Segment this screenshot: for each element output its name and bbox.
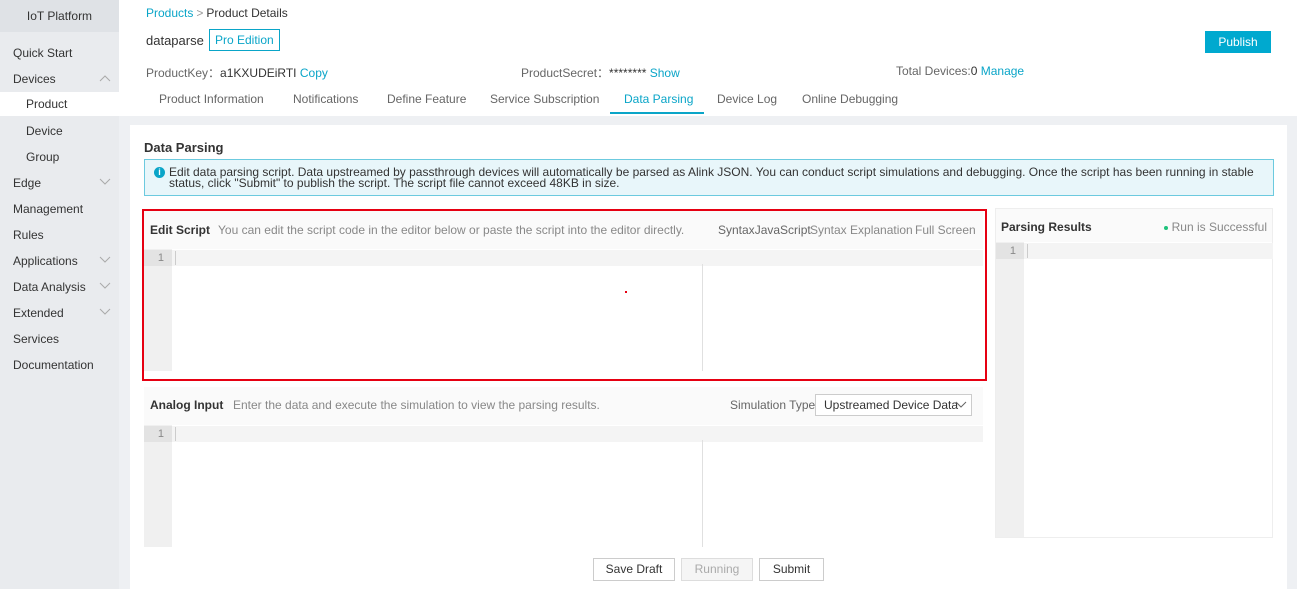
notice-text: Edit data parsing script. Data upstreame… xyxy=(169,165,1254,190)
show-link[interactable]: Show xyxy=(650,66,680,80)
total-devices-label: Total Devices: xyxy=(896,64,971,78)
edit-script-block: Edit Script You can edit the script code… xyxy=(144,211,983,371)
sidebar-item-applications[interactable]: Applications xyxy=(13,254,117,268)
save-draft-button[interactable]: Save Draft xyxy=(593,558,675,581)
total-devices-row: Total Devices:0 Manage xyxy=(896,64,1024,78)
analog-input-hint: Enter the data and execute the simulatio… xyxy=(233,398,600,412)
simulation-type-value: Upstreamed Device Data xyxy=(824,398,959,412)
running-button[interactable]: Running xyxy=(681,558,753,581)
syntax-value: JavaScript xyxy=(754,223,811,237)
sidebar-item-group[interactable]: Group xyxy=(26,150,130,164)
product-secret-value: ******** xyxy=(609,66,647,80)
syntax-label: SyntaxJavaScript xyxy=(718,223,811,237)
sidebar: IoT Platform Quick Start Devices Product… xyxy=(0,0,119,589)
tab-define-feature[interactable]: Define Feature xyxy=(387,92,466,106)
parsing-results-output[interactable] xyxy=(1024,242,1273,537)
product-key-row: ProductKey：a1KXUDEiRTI Copy xyxy=(146,64,328,81)
product-secret-label: ProductSecret： xyxy=(521,66,610,80)
chevron-down-icon xyxy=(955,401,967,408)
tab-product-information[interactable]: Product Information xyxy=(159,92,264,106)
tab-data-parsing[interactable]: Data Parsing xyxy=(624,92,693,106)
line-number: 1 xyxy=(996,243,1024,259)
copy-link[interactable]: Copy xyxy=(300,66,328,80)
line-number-gutter xyxy=(996,242,1024,537)
success-dot-icon xyxy=(1163,225,1168,230)
line-number-gutter xyxy=(144,425,172,547)
analog-input-editor[interactable] xyxy=(172,425,702,547)
product-name: dataparse xyxy=(146,33,204,48)
chevron-down-icon xyxy=(99,308,111,315)
sidebar-item-label: Extended xyxy=(13,306,64,320)
breadcrumb: Products > Product Details xyxy=(146,6,288,20)
info-icon: i xyxy=(154,167,165,178)
print-margin xyxy=(702,264,703,371)
chevron-up-icon xyxy=(99,75,111,82)
publish-button[interactable]: Publish xyxy=(1205,31,1271,53)
run-status: Run is Successful xyxy=(1163,220,1267,234)
breadcrumb-current: Product Details xyxy=(206,6,288,20)
tab-device-log[interactable]: Device Log xyxy=(717,92,777,106)
tab-online-debugging[interactable]: Online Debugging xyxy=(802,92,898,106)
info-notice: i Edit data parsing script. Data upstrea… xyxy=(144,159,1274,196)
section-title: Data Parsing xyxy=(144,140,224,155)
sidebar-item-product[interactable]: Product xyxy=(0,92,119,116)
print-margin xyxy=(702,440,703,547)
submit-button[interactable]: Submit xyxy=(759,558,824,581)
sidebar-item-data-analysis[interactable]: Data Analysis xyxy=(13,280,117,294)
chevron-down-icon xyxy=(99,282,111,289)
parsing-results-block: 1 xyxy=(995,242,1273,538)
sidebar-item-services[interactable]: Services xyxy=(13,332,117,346)
edit-script-title: Edit Script xyxy=(150,223,211,237)
total-devices-value: 0 xyxy=(970,64,978,78)
product-key-label: ProductKey： xyxy=(146,66,221,80)
red-dot-marker xyxy=(625,291,627,293)
edit-script-header: Edit Script You can edit the script code… xyxy=(144,211,983,249)
parsing-results-title: Parsing Results xyxy=(1001,220,1092,234)
full-screen-link[interactable]: Full Screen xyxy=(915,223,976,237)
tab-notifications[interactable]: Notifications xyxy=(293,92,358,106)
simulation-type-select[interactable]: Upstreamed Device Data xyxy=(815,394,972,416)
sidebar-item-quick-start[interactable]: Quick Start xyxy=(13,46,117,60)
run-status-text: Run is Successful xyxy=(1171,220,1267,234)
breadcrumb-products-link[interactable]: Products xyxy=(146,6,193,20)
sidebar-item-device[interactable]: Device xyxy=(26,124,130,138)
edit-script-hint: You can edit the script code in the edit… xyxy=(218,223,685,237)
syntax-label-text: Syntax xyxy=(718,223,755,237)
syntax-explanation-link[interactable]: Syntax Explanation xyxy=(810,223,913,237)
line-number: 1 xyxy=(144,426,172,442)
product-key-value: a1KXUDEiRTI xyxy=(220,66,297,80)
sidebar-item-devices[interactable]: Devices xyxy=(13,72,117,86)
analog-input-title: Analog Input xyxy=(150,398,224,412)
chevron-down-icon xyxy=(99,256,111,263)
line-number-gutter xyxy=(144,249,172,371)
sidebar-item-label: Edge xyxy=(13,176,42,190)
manage-link[interactable]: Manage xyxy=(981,64,1024,78)
sidebar-item-extended[interactable]: Extended xyxy=(13,306,117,320)
sidebar-item-management[interactable]: Management xyxy=(13,202,117,216)
sidebar-item-label: Data Analysis xyxy=(13,280,86,294)
edition-badge: Pro Edition xyxy=(209,29,280,51)
sidebar-item-rules[interactable]: Rules xyxy=(13,228,117,242)
line-number: 1 xyxy=(144,250,172,266)
sidebar-item-edge[interactable]: Edge xyxy=(13,176,117,190)
tab-service-subscription[interactable]: Service Subscription xyxy=(490,92,599,106)
sidebar-item-documentation[interactable]: Documentation xyxy=(13,358,117,372)
chevron-down-icon xyxy=(99,178,111,185)
sidebar-item-label: Devices xyxy=(13,72,56,86)
script-editor[interactable] xyxy=(172,249,702,371)
product-secret-row: ProductSecret：******** Show xyxy=(521,64,680,81)
sidebar-title: IoT Platform xyxy=(0,0,119,32)
simulation-type-label: Simulation Type xyxy=(730,398,816,412)
parsing-results-header: Parsing Results Run is Successful xyxy=(995,208,1273,242)
sidebar-item-label: Applications xyxy=(13,254,78,268)
breadcrumb-separator: > xyxy=(196,6,204,20)
active-tab-indicator xyxy=(610,112,704,114)
